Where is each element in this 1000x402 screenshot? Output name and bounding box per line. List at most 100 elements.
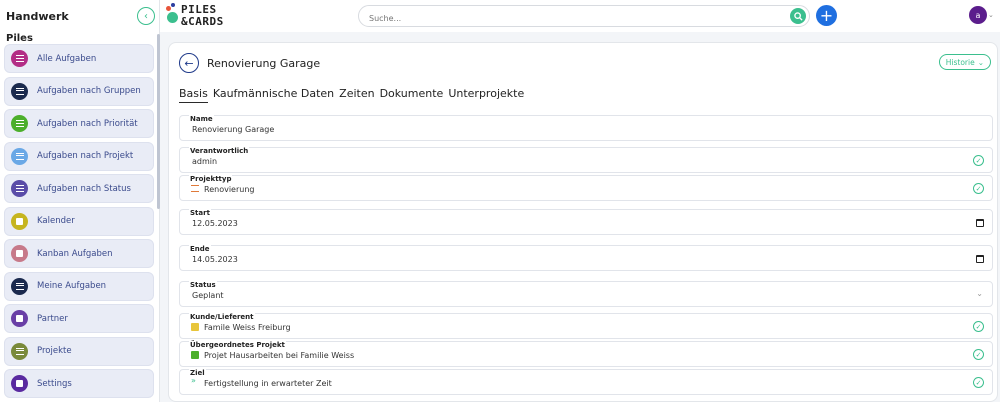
end-date-field[interactable]: Ende 14.05.2023 [179,245,993,271]
icon-glyph [15,55,24,62]
search-button[interactable] [790,8,806,24]
tab[interactable]: Dokumente [380,87,444,103]
calendar-icon [11,212,28,230]
status-select[interactable]: Status Geplant ⌄ [179,281,993,307]
sidebar-item-label: Partner [37,313,68,324]
app-logo[interactable]: PILES &CARDS [166,3,226,29]
sidebar-list: Alle Aufgaben Aufgaben nach Gruppen Aufgab… [4,44,154,402]
icon-glyph [16,217,23,225]
owner-value: admin [192,157,218,166]
end-label: Ende [189,245,211,253]
goal-field[interactable]: Ziel » Fertigstellung in erwarteter Zeit… [179,369,993,395]
sidebar-item-label: Aufgaben nach Gruppen [37,86,141,96]
end-value: 14.05.2023 [192,255,238,264]
sidebar-item[interactable]: Meine Aufgaben [4,271,154,301]
icon-glyph [15,152,24,160]
sidebar-item[interactable]: Projekte [4,336,154,366]
start-label: Start [189,209,211,217]
type-field[interactable]: Projekttyp Renovierung ✓ [179,175,993,201]
icon-glyph [16,250,23,257]
sidebar-item[interactable]: Settings [4,369,154,398]
tab[interactable]: Zeiten [339,87,374,103]
search-bar [358,5,810,29]
chevron-left-icon: ‹ [144,10,148,22]
workspace-title: Handwerk [6,9,69,23]
edit-check-icon[interactable]: ✓ [973,321,984,332]
tab[interactable]: Kaufmännische Daten [213,87,334,103]
list-icon [11,82,28,100]
back-button[interactable]: ← [179,53,199,73]
tab-bar: Basis Kaufmännische Daten Zeiten Dokumente U… [179,87,524,103]
customer-field[interactable]: Kunde/Lieferent Famile Weiss Freiburg ✓ [179,313,993,339]
history-button[interactable]: Historie ⌄ [938,54,991,70]
edit-check-icon[interactable]: ✓ [973,349,984,360]
sidebar-item-label: Settings [37,378,72,389]
list-icon [11,180,28,197]
icon-glyph [15,87,24,95]
sidebar-item[interactable]: Kalender [4,206,154,236]
sidebar-item[interactable]: Aufgaben nach Projekt [4,141,154,171]
parent-project-field[interactable]: Übergeordnetes Projekt Projet Hausarbeit… [179,341,993,367]
start-date-field[interactable]: Start 12.05.2023 [179,209,993,235]
collapse-sidebar-button[interactable]: ‹ [137,7,155,25]
edit-check-icon[interactable]: ✓ [973,155,984,166]
project-icon [191,351,199,359]
sidebar-item-label: Projekte [37,346,72,356]
list-icon [11,277,28,295]
name-field[interactable]: Name Renovierung Garage [179,115,993,141]
arrow-left-icon: ← [184,56,194,70]
sidebar-item[interactable]: Aufgaben nach Status [4,174,154,203]
plus-icon: + [819,5,834,25]
goal-value: Fertigstellung in erwarteter Zeit [204,379,332,388]
logo-text-line2: &CARDS [181,15,224,28]
main-content: ← Renovierung Garage Historie ⌄ Basis Kau… [160,32,1000,402]
sidebar-item-label: Alle Aufgaben [37,53,97,64]
list-icon [11,342,28,360]
sidebar-item-label: Meine Aufgaben [37,281,107,291]
list-icon [191,185,199,192]
sidebar-item[interactable]: Kanban Aufgaben [4,239,154,268]
chevron-down-icon[interactable]: ⌄ [988,11,994,19]
customer-label: Kunde/Lieferent [189,313,255,321]
kanban-icon [11,245,28,262]
parent-project-label: Übergeordnetes Projekt [189,341,286,349]
user-avatar[interactable]: a [969,6,987,24]
tab[interactable]: Basis [179,87,208,103]
name-label: Name [189,115,214,123]
sidebar-item[interactable]: Partner [4,304,154,333]
calendar-icon[interactable] [976,219,984,227]
list-icon [11,50,28,67]
start-value: 12.05.2023 [192,219,238,228]
customer-value: Famile Weiss Freiburg [204,323,291,332]
icon-glyph [15,185,24,192]
icon-glyph [15,282,24,290]
parent-project-value: Projet Hausarbeiten bei Familie Weiss [204,351,355,360]
add-button[interactable]: + [816,5,837,26]
project-panel: ← Renovierung Garage Historie ⌄ Basis Kau… [168,42,998,402]
search-input[interactable] [369,8,769,29]
sidebar-header: Handwerk [0,0,159,32]
icon-glyph [15,347,24,355]
name-value: Renovierung Garage [192,125,275,134]
sidebar-item-label: Kanban Aufgaben [37,248,113,259]
type-value: Renovierung [204,185,255,194]
page-title: Renovierung Garage [207,57,321,70]
contact-icon [11,310,28,327]
sidebar-item[interactable]: Aufgaben nach Priorität [4,109,154,138]
sidebar-item-label: Aufgaben nach Projekt [37,151,134,161]
icon-glyph [16,315,23,322]
sidebar-item[interactable]: Alle Aufgaben [4,44,154,73]
chevron-down-icon: ⌄ [977,57,984,67]
chevron-down-icon: ⌄ [976,289,983,298]
search-icon [793,11,803,21]
sidebar-item-label: Kalender [37,216,75,226]
owner-field[interactable]: Verantwortlich admin ✓ [179,147,993,173]
history-label: Historie [945,57,975,67]
edit-check-icon[interactable]: ✓ [973,377,984,388]
edit-check-icon[interactable]: ✓ [973,183,984,194]
wrench-icon [11,375,28,392]
icon-glyph [16,380,23,387]
tab[interactable]: Unterprojekte [448,87,524,103]
sidebar-item[interactable]: Aufgaben nach Gruppen [4,76,154,106]
calendar-icon[interactable] [976,255,984,263]
